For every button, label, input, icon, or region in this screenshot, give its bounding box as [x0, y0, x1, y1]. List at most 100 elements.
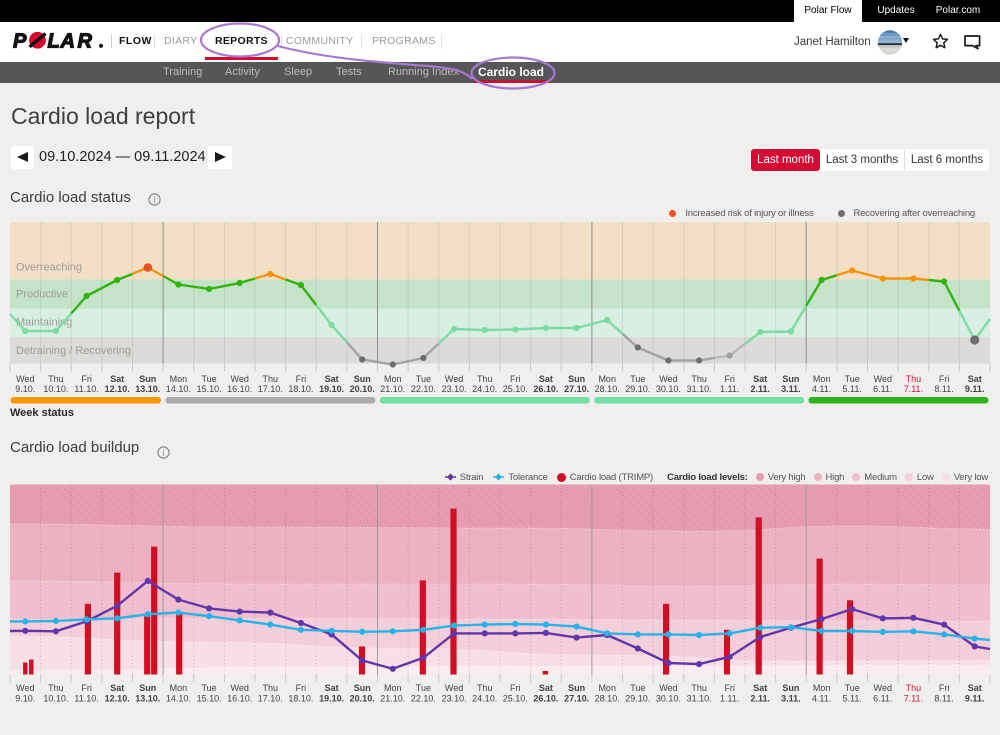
svg-text:Sun: Sun: [782, 683, 799, 693]
svg-text:1.11.: 1.11.: [720, 384, 739, 394]
svg-text:31.10.: 31.10.: [687, 694, 712, 704]
svg-text:5.11.: 5.11.: [843, 384, 862, 394]
svg-text:22.10.: 22.10.: [411, 384, 436, 394]
svg-text:9.10.: 9.10.: [15, 384, 35, 394]
svg-text:21.10.: 21.10.: [380, 384, 405, 394]
svg-text:31.10.: 31.10.: [687, 384, 712, 394]
svg-text:23.10.: 23.10.: [442, 694, 467, 704]
svg-text:Mon: Mon: [384, 683, 402, 693]
svg-text:Sat: Sat: [968, 683, 982, 693]
svg-text:Fri: Fri: [296, 683, 307, 693]
svg-text:10.10.: 10.10.: [43, 694, 68, 704]
svg-text:7.11.: 7.11.: [904, 694, 923, 704]
svg-text:Sun: Sun: [354, 683, 371, 693]
svg-text:Mon: Mon: [813, 683, 831, 693]
svg-text:Sun: Sun: [782, 374, 799, 384]
svg-text:Sat: Sat: [325, 374, 339, 384]
svg-text:Tue: Tue: [845, 683, 860, 693]
svg-text:Sat: Sat: [110, 374, 124, 384]
svg-text:Thu: Thu: [691, 374, 707, 384]
svg-text:27.10.: 27.10.: [564, 694, 589, 704]
svg-text:Thu: Thu: [48, 683, 64, 693]
svg-text:Fri: Fri: [296, 374, 307, 384]
svg-text:3.11.: 3.11.: [781, 694, 801, 704]
svg-text:18.10.: 18.10.: [288, 694, 313, 704]
svg-text:Fri: Fri: [81, 683, 92, 693]
svg-text:Wed: Wed: [659, 374, 677, 384]
svg-text:Fri: Fri: [939, 374, 950, 384]
svg-text:Mon: Mon: [598, 683, 616, 693]
svg-text:Tue: Tue: [416, 683, 431, 693]
svg-text:Wed: Wed: [16, 374, 34, 384]
svg-text:10.10.: 10.10.: [43, 384, 68, 394]
svg-text:29.10.: 29.10.: [625, 384, 650, 394]
svg-text:19.10.: 19.10.: [319, 694, 344, 704]
svg-text:Thu: Thu: [477, 374, 493, 384]
svg-text:Sun: Sun: [568, 374, 585, 384]
svg-text:Thu: Thu: [906, 374, 922, 384]
svg-text:Wed: Wed: [659, 683, 677, 693]
svg-text:13.10.: 13.10.: [135, 384, 160, 394]
svg-text:Wed: Wed: [445, 374, 463, 384]
svg-text:Sun: Sun: [139, 374, 156, 384]
svg-text:Sat: Sat: [968, 374, 982, 384]
svg-text:3.11.: 3.11.: [781, 384, 801, 394]
svg-text:28.10.: 28.10.: [595, 384, 620, 394]
svg-text:Mon: Mon: [813, 374, 831, 384]
svg-text:Fri: Fri: [939, 683, 950, 693]
svg-text:15.10.: 15.10.: [197, 694, 222, 704]
svg-text:17.10.: 17.10.: [258, 694, 283, 704]
svg-text:19.10.: 19.10.: [319, 384, 344, 394]
svg-text:2.11.: 2.11.: [751, 694, 771, 704]
svg-text:27.10.: 27.10.: [564, 384, 589, 394]
svg-text:29.10.: 29.10.: [625, 694, 650, 704]
svg-text:Overreaching: Overreaching: [16, 262, 82, 274]
svg-text:23.10.: 23.10.: [442, 384, 467, 394]
svg-text:7.11.: 7.11.: [904, 384, 923, 394]
svg-text:Detraining / Recovering: Detraining / Recovering: [16, 345, 131, 357]
svg-text:26.10.: 26.10.: [533, 694, 558, 704]
svg-text:Fri: Fri: [724, 683, 735, 693]
svg-text:Tue: Tue: [630, 374, 645, 384]
svg-text:Wed: Wed: [231, 374, 249, 384]
svg-text:24.10.: 24.10.: [472, 384, 497, 394]
svg-text:Sat: Sat: [325, 683, 339, 693]
svg-text:Tue: Tue: [416, 374, 431, 384]
svg-text:30.10.: 30.10.: [656, 384, 681, 394]
svg-text:Tue: Tue: [202, 683, 217, 693]
svg-text:6.11.: 6.11.: [873, 694, 892, 704]
svg-text:Mon: Mon: [170, 374, 188, 384]
svg-text:Fri: Fri: [510, 374, 521, 384]
svg-text:15.10.: 15.10.: [197, 384, 222, 394]
svg-text:Tue: Tue: [202, 374, 217, 384]
svg-text:Sat: Sat: [110, 683, 124, 693]
svg-text:17.10.: 17.10.: [258, 384, 283, 394]
svg-text:Tue: Tue: [630, 683, 645, 693]
svg-text:Thu: Thu: [477, 683, 493, 693]
svg-text:Tue: Tue: [845, 374, 860, 384]
svg-text:11.10.: 11.10.: [74, 694, 98, 704]
svg-text:5.11.: 5.11.: [843, 694, 862, 704]
svg-text:Fri: Fri: [81, 374, 92, 384]
svg-text:Wed: Wed: [874, 683, 892, 693]
svg-text:1.11.: 1.11.: [720, 694, 739, 704]
svg-text:Sun: Sun: [568, 683, 585, 693]
svg-text:24.10.: 24.10.: [472, 694, 497, 704]
svg-text:Sun: Sun: [139, 683, 156, 693]
svg-text:30.10.: 30.10.: [656, 694, 681, 704]
svg-text:13.10.: 13.10.: [135, 694, 160, 704]
svg-text:Mon: Mon: [170, 683, 188, 693]
svg-text:21.10.: 21.10.: [380, 694, 405, 704]
svg-text:Thu: Thu: [48, 374, 64, 384]
svg-text:Mon: Mon: [384, 374, 402, 384]
svg-text:22.10.: 22.10.: [411, 694, 436, 704]
svg-text:4.11.: 4.11.: [812, 694, 831, 704]
svg-text:Sat: Sat: [539, 374, 553, 384]
svg-text:16.10.: 16.10.: [227, 694, 252, 704]
svg-text:Sat: Sat: [753, 683, 767, 693]
svg-text:6.11.: 6.11.: [873, 384, 892, 394]
svg-text:20.10.: 20.10.: [350, 384, 375, 394]
svg-text:Sat: Sat: [753, 374, 767, 384]
svg-text:2.11.: 2.11.: [751, 384, 771, 394]
svg-text:Mon: Mon: [598, 374, 616, 384]
